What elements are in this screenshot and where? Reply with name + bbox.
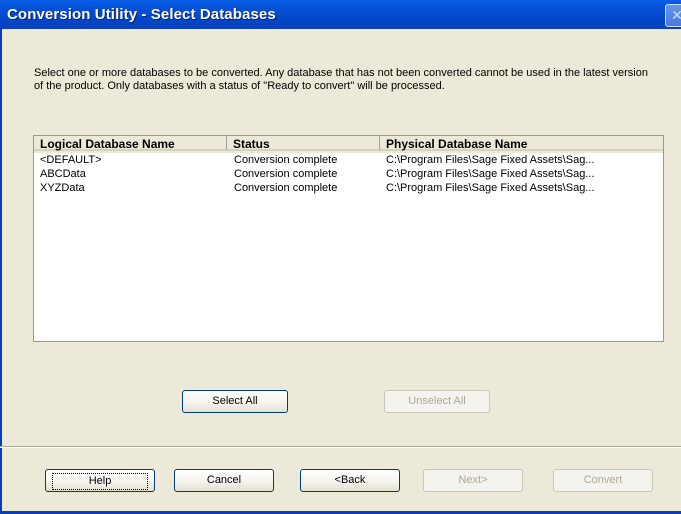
column-header-logical-name[interactable]: Logical Database Name — [34, 136, 227, 151]
list-header: Logical Database Name Status Physical Da… — [34, 136, 663, 153]
unselect-all-button[interactable]: Unselect All — [384, 390, 490, 413]
window-title: Conversion Utility - Select Databases — [7, 6, 276, 23]
select-all-button[interactable]: Select All — [182, 390, 288, 413]
separator — [0, 446, 681, 448]
physical-name-cell: C:\Program Files\Sage Fixed Assets\Sag..… — [386, 154, 595, 166]
window-frame — [0, 29, 2, 514]
logical-name-cell: ABCData — [40, 168, 86, 180]
title-bar: Conversion Utility - Select Databases ✕ — [0, 0, 681, 29]
help-button-label: Help — [52, 473, 148, 490]
column-header-physical-name[interactable]: Physical Database Name — [380, 136, 663, 151]
database-list[interactable]: Logical Database Name Status Physical Da… — [33, 135, 664, 342]
column-header-status[interactable]: Status — [227, 136, 380, 151]
cancel-button[interactable]: Cancel — [174, 469, 274, 492]
status-cell: Conversion complete — [234, 182, 338, 194]
list-row[interactable]: <DEFAULT> Conversion complete C:\Program… — [34, 153, 663, 167]
physical-name-cell: C:\Program Files\Sage Fixed Assets\Sag..… — [386, 182, 595, 194]
help-button[interactable]: Help — [45, 469, 155, 492]
back-button[interactable]: <Back — [300, 469, 400, 492]
next-button[interactable]: Next> — [423, 469, 523, 492]
list-row[interactable]: XYZData Conversion complete C:\Program F… — [34, 181, 663, 195]
status-cell: Conversion complete — [234, 168, 338, 180]
physical-name-cell: C:\Program Files\Sage Fixed Assets\Sag..… — [386, 168, 595, 180]
status-cell: Conversion complete — [234, 154, 338, 166]
list-row[interactable]: ABCData Conversion complete C:\Program F… — [34, 167, 663, 181]
logical-name-cell: XYZData — [40, 182, 85, 194]
logical-name-cell: <DEFAULT> — [40, 154, 102, 166]
convert-button[interactable]: Convert — [553, 469, 653, 492]
instructions-text: Select one or more databases to be conve… — [34, 67, 648, 92]
close-icon[interactable]: ✕ — [665, 4, 681, 27]
